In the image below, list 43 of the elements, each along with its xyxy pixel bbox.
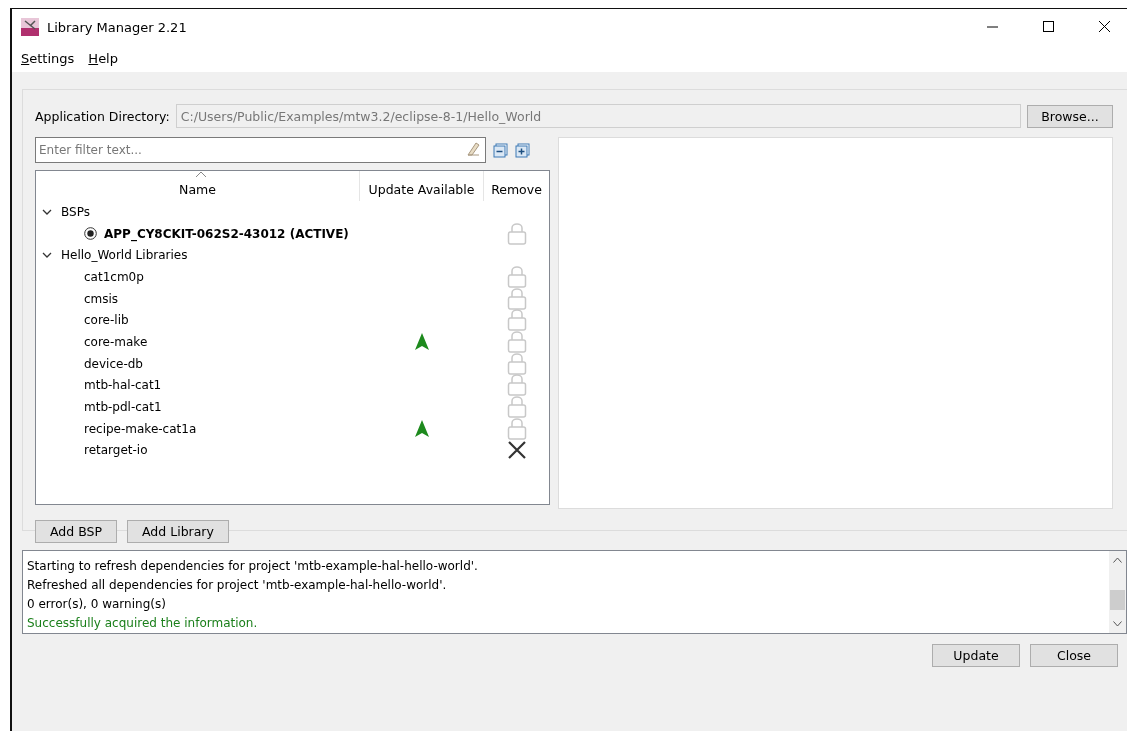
log-line: Starting to refresh dependencies for project 'mtb-example-hal-hello-world'. (27, 558, 479, 575)
close-icon[interactable] (1099, 21, 1111, 33)
column-header[interactable]: Remove (484, 171, 549, 201)
scroll-thumb[interactable] (1110, 590, 1125, 610)
app-icon (21, 18, 39, 36)
remove-icon[interactable] (506, 441, 527, 460)
expand-all-icon[interactable] (515, 142, 530, 158)
menu-item[interactable]: Help (88, 51, 118, 66)
library-name[interactable]: mtb-hal-cat1 (84, 378, 162, 393)
menu-item[interactable]: Settings (21, 51, 75, 66)
chevron-icon[interactable] (42, 207, 52, 216)
dialog-button[interactable]: Update (932, 644, 1020, 667)
add-button[interactable]: Add Library (127, 520, 229, 543)
scrollbar[interactable] (1109, 551, 1126, 633)
maximize-icon[interactable] (1043, 21, 1055, 33)
library-name[interactable]: cmsis (84, 291, 119, 306)
library-name[interactable]: cat1cm0p (84, 269, 144, 284)
window-title: Library Manager 2.21 (47, 19, 187, 35)
column-header[interactable]: Name (36, 171, 360, 201)
dialog-button[interactable]: Close (1030, 644, 1118, 667)
collapse-all-icon[interactable] (493, 142, 508, 158)
log-line: Successfully acquired the information. (27, 615, 259, 632)
log-line: 0 error(s), 0 warning(s) (27, 596, 167, 613)
directory-field[interactable]: C:/Users/Public/Examples/mtw3.2/eclipse-8-1/Hello_World (175, 104, 1021, 128)
tree-group-label[interactable]: BSPs (61, 204, 90, 219)
library-name[interactable]: retarget-io (84, 443, 148, 458)
log-line: Refreshed all dependencies for project 'mtb-example-hal-hello-world'. (27, 577, 448, 594)
library-name[interactable]: mtb-pdl-cat1 (84, 400, 162, 415)
bsp-name[interactable]: APP_CY8CKIT-062S2-43012 (ACTIVE) (104, 226, 349, 241)
directory-label: Application Directory: (35, 108, 170, 124)
scroll-up-icon[interactable] (1113, 557, 1122, 563)
library-name[interactable]: recipe-make-cat1a (84, 421, 197, 436)
library-name[interactable]: core-make (84, 334, 148, 349)
tree-group-label[interactable]: Hello_World Libraries (61, 248, 188, 263)
chevron-icon[interactable] (42, 251, 52, 260)
add-button[interactable]: Add BSP (35, 520, 117, 543)
browse-button[interactable]: Browse... (1027, 104, 1113, 128)
filter-field[interactable]: Enter filter text... (35, 137, 486, 163)
library-name[interactable]: core-lib (84, 313, 129, 328)
column-header[interactable]: Update Available (360, 171, 484, 201)
radio-button[interactable] (84, 227, 97, 241)
scroll-down-icon[interactable] (1113, 621, 1122, 627)
library-name[interactable]: device-db (84, 356, 143, 371)
